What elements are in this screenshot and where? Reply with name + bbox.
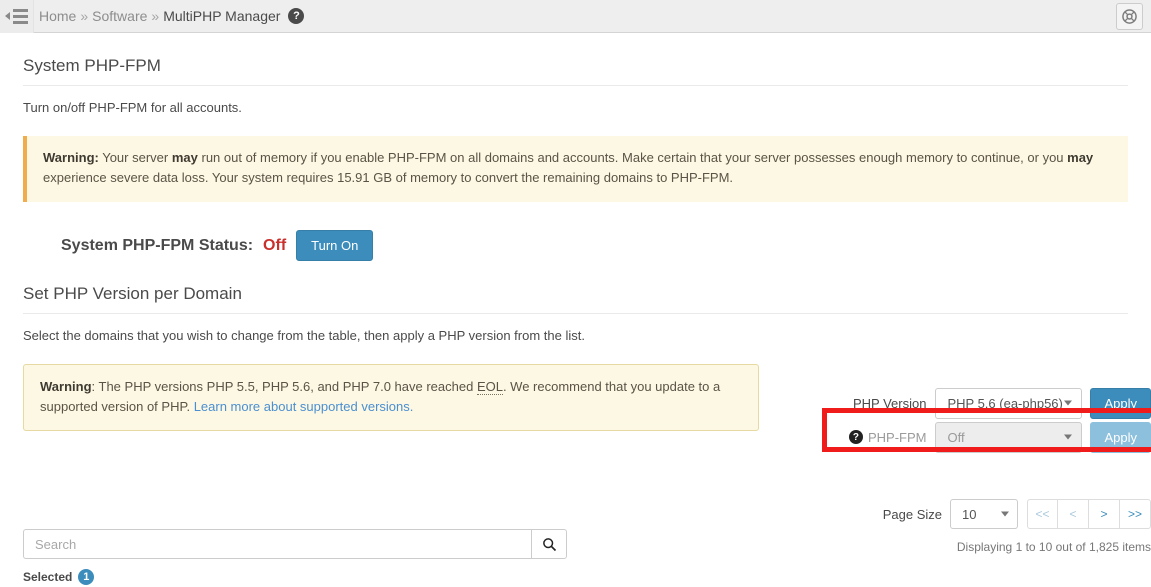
- next-page-button[interactable]: >: [1089, 499, 1120, 529]
- php-fpm-help-icon[interactable]: ?: [849, 430, 863, 444]
- warning-text-3: experience severe data loss. Your system…: [43, 170, 733, 185]
- first-page-button[interactable]: <<: [1027, 499, 1058, 529]
- lifesaver-glyph: [1122, 9, 1137, 24]
- warning-text-1: Your server: [99, 150, 172, 165]
- php-version-label: PHP Version: [853, 396, 926, 411]
- system-phpfpm-description: Turn on/off PHP-FPM for all accounts.: [23, 100, 1128, 115]
- help-icon[interactable]: ?: [288, 8, 304, 24]
- breadcrumb-separator: »: [151, 8, 159, 24]
- php-version-control-row: PHP Version PHP 5.6 (ea-php56) Apply: [821, 386, 1151, 420]
- prev-page-button[interactable]: <: [1058, 499, 1089, 529]
- chevron-down-icon: [1064, 435, 1072, 440]
- php-fpm-selected-value: Off: [947, 430, 964, 445]
- php-version-apply-button[interactable]: Apply: [1090, 388, 1151, 419]
- collapse-arrow-icon: [5, 12, 10, 20]
- breadcrumb-current: MultiPHP Manager: [163, 8, 280, 24]
- breadcrumb-home[interactable]: Home: [39, 8, 76, 24]
- top-bar: Home » Software » MultiPHP Manager ?: [0, 0, 1151, 33]
- warning-bold-1: may: [172, 150, 198, 165]
- php-fpm-label-group: ? PHP-FPM: [849, 430, 927, 445]
- php-fpm-apply-button: Apply: [1090, 422, 1151, 453]
- warning-label: Warning:: [43, 150, 99, 165]
- system-phpfpm-status-row: System PHP-FPM Status: Off Turn On: [23, 230, 1128, 261]
- search-input[interactable]: [23, 529, 531, 559]
- page-size-value: 10: [962, 507, 976, 522]
- php-version-select[interactable]: PHP 5.6 (ea-php56): [935, 388, 1082, 419]
- set-php-version-description: Select the domains that you wish to chan…: [23, 328, 1128, 343]
- selected-count-row: Selected 1: [23, 569, 1128, 585]
- eol-warning-label: Warning: [40, 379, 92, 394]
- selected-label: Selected: [23, 570, 72, 584]
- page-nav-buttons: << < > >>: [1027, 499, 1151, 529]
- menu-bars-icon: [13, 9, 28, 24]
- system-phpfpm-heading: System PHP-FPM: [23, 56, 1128, 86]
- page-size-select[interactable]: 10: [950, 499, 1018, 529]
- lifesaver-icon[interactable]: [1116, 3, 1143, 30]
- pagination-controls: Page Size 10 << < > >>: [883, 499, 1151, 529]
- php-fpm-select: Off: [935, 422, 1082, 453]
- warning-text-2: run out of memory if you enable PHP-FPM …: [198, 150, 1067, 165]
- php-fpm-control-row: ? PHP-FPM Off Apply: [821, 420, 1151, 454]
- displaying-text: Displaying 1 to 10 out of 1,825 items: [883, 540, 1151, 554]
- php-fpm-label: PHP-FPM: [868, 430, 927, 445]
- breadcrumb-separator: »: [80, 8, 88, 24]
- search-row: [23, 529, 567, 559]
- php-version-selected-value: PHP 5.6 (ea-php56): [947, 396, 1062, 411]
- status-label: System PHP-FPM Status:: [61, 237, 253, 255]
- pagination-panel: Page Size 10 << < > >> Displaying 1 to 1…: [883, 499, 1151, 554]
- chevron-down-icon: [1064, 401, 1072, 406]
- breadcrumb: Home » Software » MultiPHP Manager ?: [39, 8, 304, 24]
- status-badge: Off: [263, 237, 286, 255]
- eol-warning-text-1: : The PHP versions PHP 5.5, PHP 5.6, and…: [92, 379, 477, 394]
- hamburger-collapse-icon[interactable]: [0, 0, 34, 33]
- set-php-version-heading: Set PHP Version per Domain: [23, 284, 1128, 314]
- search-button[interactable]: [531, 529, 567, 559]
- supported-versions-link[interactable]: Learn more about supported versions.: [194, 399, 414, 414]
- last-page-button[interactable]: >>: [1120, 499, 1151, 529]
- breadcrumb-software[interactable]: Software: [92, 8, 147, 24]
- selected-count-badge: 1: [78, 569, 94, 585]
- page-size-label: Page Size: [883, 507, 942, 522]
- warning-bold-2: may: [1067, 150, 1093, 165]
- eol-abbr: EOL: [477, 379, 503, 395]
- search-icon: [542, 537, 557, 552]
- apply-controls-panel: PHP Version PHP 5.6 (ea-php56) Apply ? P…: [821, 386, 1151, 454]
- system-phpfpm-warning: Warning: Your server may run out of memo…: [23, 136, 1128, 202]
- php-eol-warning: Warning: The PHP versions PHP 5.5, PHP 5…: [23, 364, 759, 431]
- turn-on-button[interactable]: Turn On: [296, 230, 373, 261]
- page-content: System PHP-FPM Turn on/off PHP-FPM for a…: [0, 56, 1151, 587]
- chevron-down-icon: [1001, 512, 1009, 517]
